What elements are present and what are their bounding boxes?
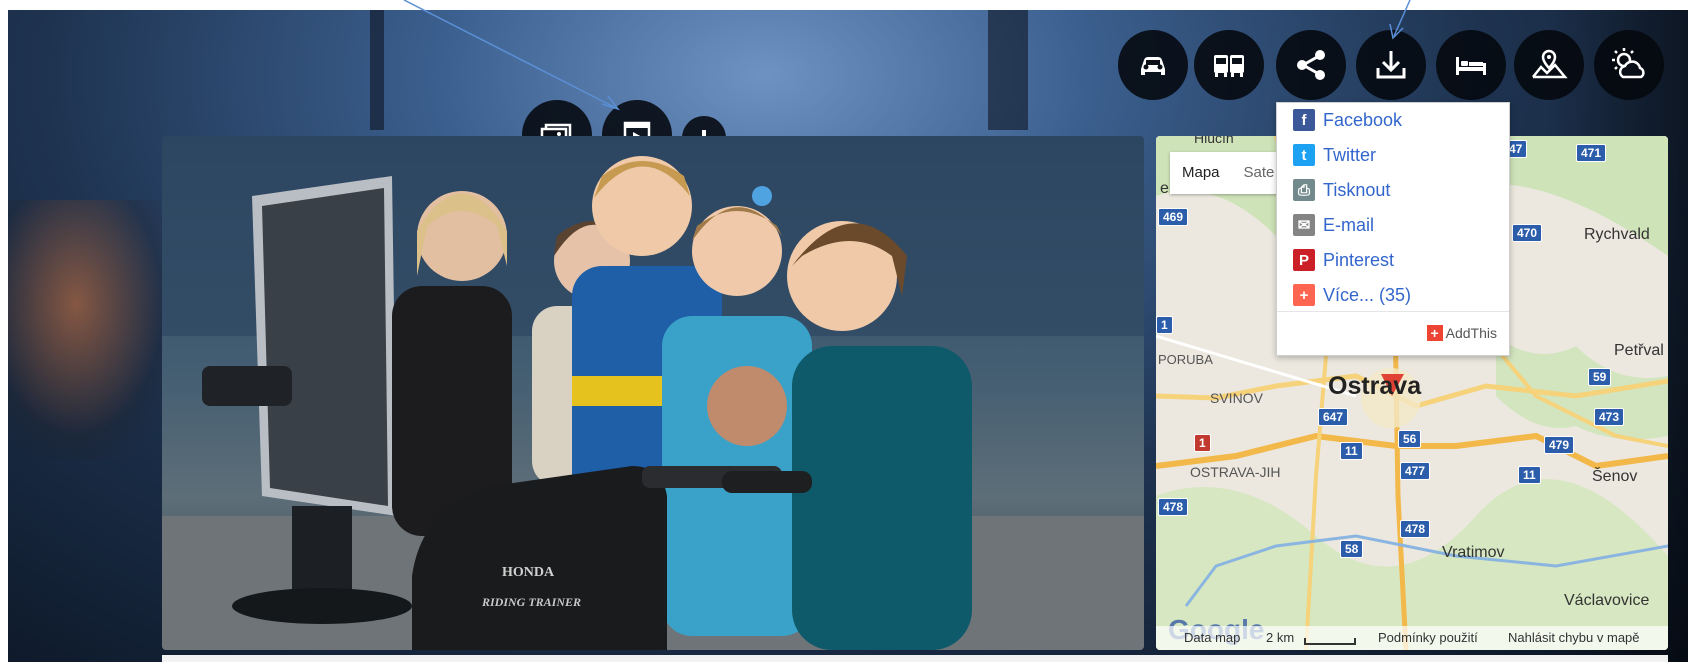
- place-label: Šenov: [1592, 468, 1638, 485]
- road-label: 1: [1194, 434, 1211, 452]
- road-label: 647: [1318, 408, 1349, 426]
- background-pole: [370, 10, 384, 130]
- road-label: 470: [1512, 224, 1543, 242]
- facebook-icon: f: [1293, 109, 1315, 131]
- map-data-link[interactable]: Data map: [1184, 630, 1240, 645]
- hiking-icon: [1532, 49, 1568, 79]
- place-label: Václavovice: [1564, 592, 1650, 609]
- road-label: 59: [1588, 368, 1612, 386]
- road-label: 479: [1544, 436, 1575, 454]
- place-label: PORUBA: [1158, 352, 1213, 367]
- addthis-icon: +: [1426, 325, 1443, 341]
- share-item-label: Tisknout: [1323, 179, 1391, 200]
- place-label: Petřval: [1614, 342, 1664, 359]
- addthis-brand[interactable]: + AddThis: [1426, 325, 1497, 341]
- share-facebook[interactable]: f Facebook: [1293, 107, 1402, 133]
- email-icon: ✉: [1293, 214, 1315, 236]
- share-item-label: E-mail: [1323, 214, 1375, 235]
- map-terms-link[interactable]: Podmínky použití: [1378, 630, 1478, 645]
- place-label: Hlučín: [1194, 136, 1234, 146]
- download-icon: [1376, 51, 1406, 79]
- weather-icon: [1612, 48, 1645, 79]
- share-print[interactable]: ⎙ Tisknout: [1293, 177, 1390, 203]
- share-button[interactable]: [1276, 30, 1346, 100]
- place-label: Vratimov: [1442, 544, 1505, 561]
- content-bottom-edge: [162, 655, 1668, 662]
- print-icon: ⎙: [1293, 179, 1315, 201]
- accommodation-button[interactable]: [1436, 30, 1506, 100]
- share-menu: f Facebook t Twitter ⎙ Tisknout ✉ E-mail…: [1276, 102, 1510, 356]
- trainer-brand-text: HONDA: [502, 565, 555, 580]
- share-pinterest[interactable]: P Pinterest: [1293, 247, 1394, 273]
- background-pole: [988, 10, 1028, 130]
- more-icon: +: [1293, 284, 1315, 306]
- bed-icon: [1456, 57, 1486, 75]
- map-scale-bar: [1304, 638, 1356, 645]
- map-type-map[interactable]: Mapa: [1170, 152, 1232, 194]
- share-item-label: Facebook: [1323, 109, 1403, 130]
- road-label: 58: [1340, 540, 1364, 558]
- road-label: 478: [1400, 520, 1431, 538]
- trainer-model-text: RIDING TRAINER: [481, 595, 581, 609]
- road-label: 56: [1398, 430, 1422, 448]
- road-label: 1: [1156, 316, 1173, 334]
- map-report-link[interactable]: Nahlásit chybu v mapě: [1508, 630, 1640, 645]
- place-label: Rychvald: [1584, 226, 1650, 243]
- twitter-icon: t: [1293, 144, 1315, 166]
- share-more[interactable]: + Více... (35): [1293, 282, 1411, 308]
- share-item-label: Pinterest: [1323, 249, 1395, 270]
- road-label: 11: [1340, 442, 1363, 460]
- place-label: e: [1160, 180, 1169, 197]
- divider: [1277, 311, 1509, 312]
- download-button[interactable]: [1356, 30, 1426, 100]
- place-label: SVINOV: [1210, 390, 1263, 406]
- map-type-control: Mapa Sate: [1170, 152, 1287, 194]
- place-label-city: Ostrava: [1328, 372, 1422, 400]
- photo-illustration: HONDA RIDING TRAINER: [162, 136, 1144, 650]
- road-label: 477: [1400, 462, 1431, 480]
- map-scale: 2 km: [1266, 630, 1295, 645]
- main-photo[interactable]: HONDA RIDING TRAINER: [162, 136, 1144, 650]
- road-label: 11: [1518, 466, 1541, 484]
- share-twitter[interactable]: t Twitter: [1293, 142, 1376, 168]
- share-icon: [1297, 50, 1325, 80]
- place-label: OSTRAVA-JIH: [1190, 464, 1281, 480]
- car-icon: [1141, 57, 1165, 75]
- road-label: 478: [1158, 498, 1189, 516]
- share-item-label: Více... (35): [1323, 284, 1412, 305]
- addthis-label: AddThis: [1445, 325, 1497, 341]
- train-bus-icon: [1214, 55, 1244, 77]
- road-label: 469: [1158, 208, 1189, 226]
- share-item-label: Twitter: [1323, 144, 1377, 165]
- pinterest-icon: P: [1293, 249, 1315, 271]
- road-label: 473: [1594, 408, 1625, 426]
- weather-button[interactable]: [1594, 30, 1664, 100]
- share-email[interactable]: ✉ E-mail: [1293, 212, 1374, 238]
- background-city-lights: [8, 200, 178, 460]
- trips-button[interactable]: [1514, 30, 1584, 100]
- map-footer: Data map 2 km Podmínky použití Nahlásit …: [1156, 626, 1668, 650]
- transport-button[interactable]: [1194, 30, 1264, 100]
- car-button[interactable]: [1118, 30, 1188, 100]
- road-label: 471: [1576, 144, 1607, 162]
